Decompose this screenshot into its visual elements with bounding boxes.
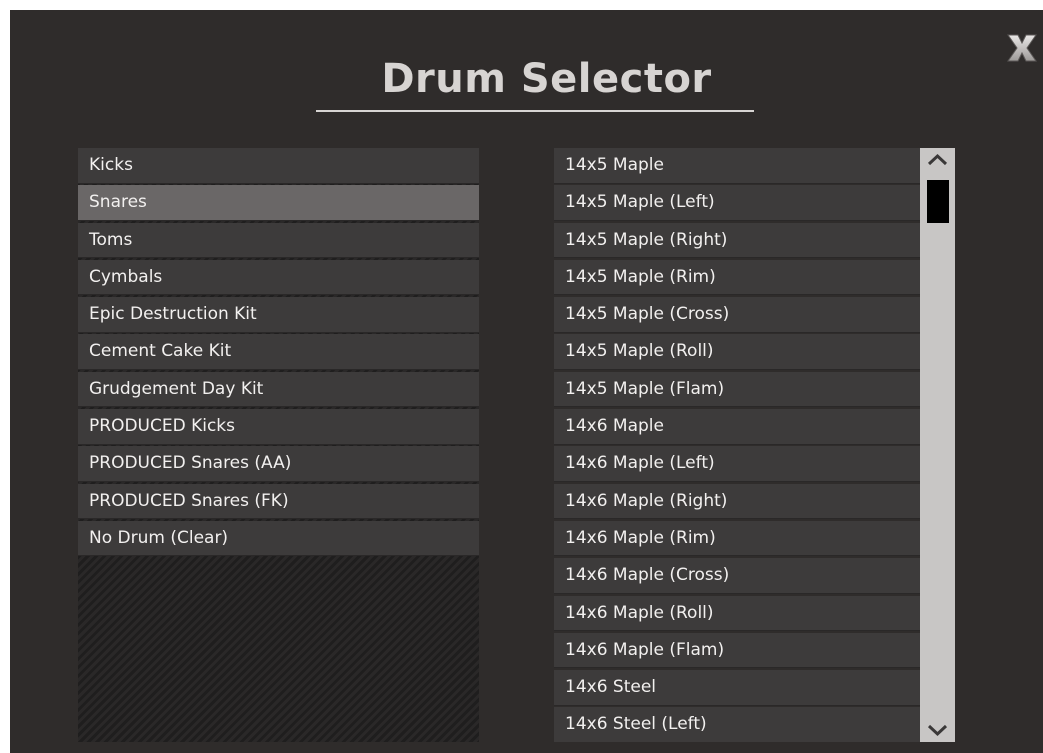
drum-item[interactable]: 14x5 Maple (Right): [554, 222, 920, 259]
category-list-panel: Kicks Snares Toms Cymbals Epic Destructi…: [78, 148, 479, 742]
chevron-up-icon: [927, 153, 948, 166]
category-item-selected[interactable]: Snares: [78, 185, 479, 221]
drum-item[interactable]: 14x5 Maple (Roll): [554, 334, 920, 370]
drum-item[interactable]: 14x6 Maple: [554, 409, 920, 445]
category-list: Kicks Snares Toms Cymbals Epic Destructi…: [78, 148, 479, 558]
category-item[interactable]: PRODUCED Kicks: [78, 409, 479, 445]
drum-item[interactable]: 14x6 Maple (Flam): [554, 632, 920, 669]
scrollbar-thumb[interactable]: [927, 180, 949, 223]
drum-item[interactable]: 14x5 Maple: [554, 148, 920, 184]
title-underline: [316, 110, 754, 112]
drum-item[interactable]: 14x6 Maple (Left): [554, 446, 920, 482]
chevron-down-icon: [927, 724, 948, 737]
drum-item[interactable]: 14x6 Maple (Right): [554, 483, 920, 520]
page-title: Drum Selector: [381, 56, 712, 102]
drum-item[interactable]: 14x6 Maple (Roll): [554, 595, 920, 632]
category-item[interactable]: Cymbals: [78, 259, 479, 296]
category-item[interactable]: Cement Cake Kit: [78, 334, 479, 370]
drum-item[interactable]: 14x6 Steel: [554, 670, 920, 706]
drum-item[interactable]: 14x5 Maple (Flam): [554, 371, 920, 408]
category-item[interactable]: Kicks: [78, 148, 479, 184]
drum-item[interactable]: 14x5 Maple (Rim): [554, 259, 920, 296]
drum-item[interactable]: 14x6 Steel (Left): [554, 707, 920, 742]
drum-item[interactable]: 14x6 Maple (Cross): [554, 558, 920, 594]
close-icon: [1007, 34, 1037, 62]
drum-selector-window: Drum Selector Kicks Snares Toms Cymbals …: [10, 10, 1043, 753]
close-button[interactable]: [1006, 32, 1038, 64]
category-item[interactable]: No Drum (Clear): [78, 520, 479, 557]
category-item[interactable]: Toms: [78, 222, 479, 259]
drum-item[interactable]: 14x5 Maple (Cross): [554, 297, 920, 333]
category-item[interactable]: PRODUCED Snares (FK): [78, 483, 479, 520]
drum-item[interactable]: 14x6 Maple (Rim): [554, 520, 920, 557]
drum-list-scrollbar[interactable]: [920, 148, 955, 742]
scroll-down-button[interactable]: [920, 718, 955, 742]
drum-list-panel: 14x5 Maple 14x5 Maple (Left) 14x5 Maple …: [554, 148, 955, 742]
scroll-up-button[interactable]: [920, 148, 955, 172]
category-item[interactable]: Grudgement Day Kit: [78, 371, 479, 408]
category-item[interactable]: PRODUCED Snares (AA): [78, 446, 479, 482]
drum-item[interactable]: 14x5 Maple (Left): [554, 185, 920, 221]
drum-list: 14x5 Maple 14x5 Maple (Left) 14x5 Maple …: [554, 148, 920, 742]
category-item[interactable]: Epic Destruction Kit: [78, 297, 479, 333]
